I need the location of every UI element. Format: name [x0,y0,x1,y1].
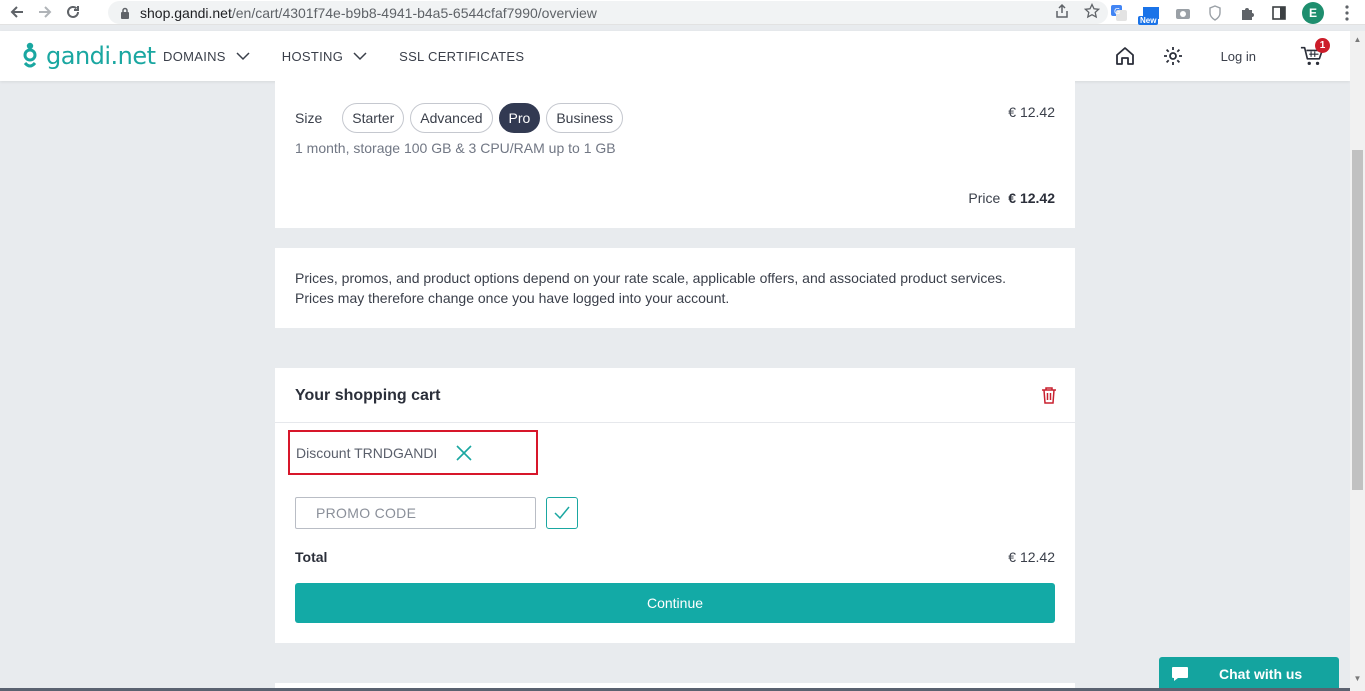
price-value: € 12.42 [1008,190,1055,206]
shopping-cart-card: Your shopping cart Discount TRNDGANDI To… [275,368,1075,643]
url-host: shop.gandi.net [140,4,232,21]
share-icon[interactable] [1054,3,1070,22]
menu-domains-label: DOMAINS [163,48,226,64]
size-option-business[interactable]: Business [546,103,624,133]
puzzle-extensions-icon[interactable] [1238,4,1256,22]
chat-label: Chat with us [1219,666,1303,682]
login-link[interactable]: Log in [1221,49,1256,64]
logo-text: gandi.net [46,42,156,70]
total-value: € 12.42 [1008,549,1055,565]
size-option-starter[interactable]: Starter [342,103,405,133]
home-icon[interactable] [1113,44,1137,68]
cart-count-badge: 1 [1315,38,1330,53]
unit-price: € 12.42 [1008,104,1055,120]
new-badge: New [1138,16,1159,25]
gandi-logo[interactable]: gandi.net [20,41,156,71]
cart-title: Your shopping cart [295,387,441,404]
url-path: /en/cart/4301f74e-b9b8-4941-b4a5-6544cfa… [231,4,597,21]
trash-icon[interactable] [1041,386,1057,404]
chat-widget-button[interactable]: Chat with us [1159,657,1339,691]
pricing-notice-card: Prices, promos, and product options depe… [275,248,1075,328]
total-label: Total [295,549,328,565]
profile-avatar[interactable]: E [1302,2,1324,24]
price-summary: Price € 12.42 [968,190,1055,206]
size-description: 1 month, storage 100 GB & 3 CPU/RAM up t… [295,140,616,156]
kebab-menu-icon[interactable] [1338,4,1356,22]
shield-extension-icon[interactable] [1206,4,1224,22]
gandi-logo-icon [23,42,37,68]
back-arrow-icon[interactable] [6,1,28,23]
menu-domains[interactable]: DOMAINS [163,49,250,64]
size-option-advanced[interactable]: Advanced [410,103,493,133]
svg-text:G: G [1114,7,1120,16]
menu-ssl-certificates[interactable]: SSL CERTIFICATES [399,49,524,64]
chat-bubble-icon [1172,667,1188,681]
promo-code-input[interactable] [295,497,536,529]
scroll-down-arrow-icon[interactable]: ▼ [1353,675,1362,683]
menu-hosting[interactable]: HOSTING [282,49,367,64]
pricing-notice-text: Prices, promos, and product options depe… [295,270,1007,306]
product-card: Size Starter Advanced Pro Business 1 mon… [275,81,1075,228]
cart-icon[interactable]: 1 [1300,38,1330,68]
applied-discount: Discount TRNDGANDI [288,430,538,475]
scrollbar-thumb[interactable] [1352,150,1363,490]
reload-icon[interactable] [62,1,84,23]
size-option-pro[interactable]: Pro [498,103,541,133]
checkmark-icon [554,506,570,520]
size-selector: Size Starter Advanced Pro Business [295,103,624,133]
browser-toolbar: shop.gandi.net/en/cart/4301f74e-b9b8-494… [0,0,1365,25]
side-panel-icon[interactable] [1270,4,1288,22]
menu-ssl-label: SSL CERTIFICATES [399,48,525,64]
main-menu: DOMAINS HOSTING SSL CERTIFICATES [163,31,524,81]
forward-arrow-icon[interactable] [34,1,56,23]
remove-discount-close-icon[interactable] [455,444,473,462]
chevron-down-icon [353,52,367,61]
discount-code-text: Discount TRNDGANDI [296,444,438,461]
translate-extension-icon[interactable]: G [1110,4,1128,22]
continue-button[interactable]: Continue [295,583,1055,623]
chevron-down-icon [236,52,250,61]
cart-header: Your shopping cart [275,368,1075,423]
settings-gear-icon[interactable] [1161,44,1185,68]
news-extension-icon[interactable]: New [1138,4,1160,25]
apply-promo-button[interactable] [546,497,578,529]
menu-hosting-label: HOSTING [281,48,344,64]
scroll-up-arrow-icon[interactable]: ▲ [1353,36,1362,44]
address-bar[interactable]: shop.gandi.net/en/cart/4301f74e-b9b8-494… [108,1,1108,24]
site-header: gandi.net DOMAINS HOSTING SSL CERTIFICAT… [0,31,1350,81]
price-label: Price [968,190,1001,206]
size-label: Size [295,110,323,126]
bookmark-star-icon[interactable] [1083,2,1101,22]
header-actions: Log in 1 [1113,31,1340,81]
camera-extension-icon[interactable] [1174,4,1192,22]
lock-icon [121,7,129,19]
